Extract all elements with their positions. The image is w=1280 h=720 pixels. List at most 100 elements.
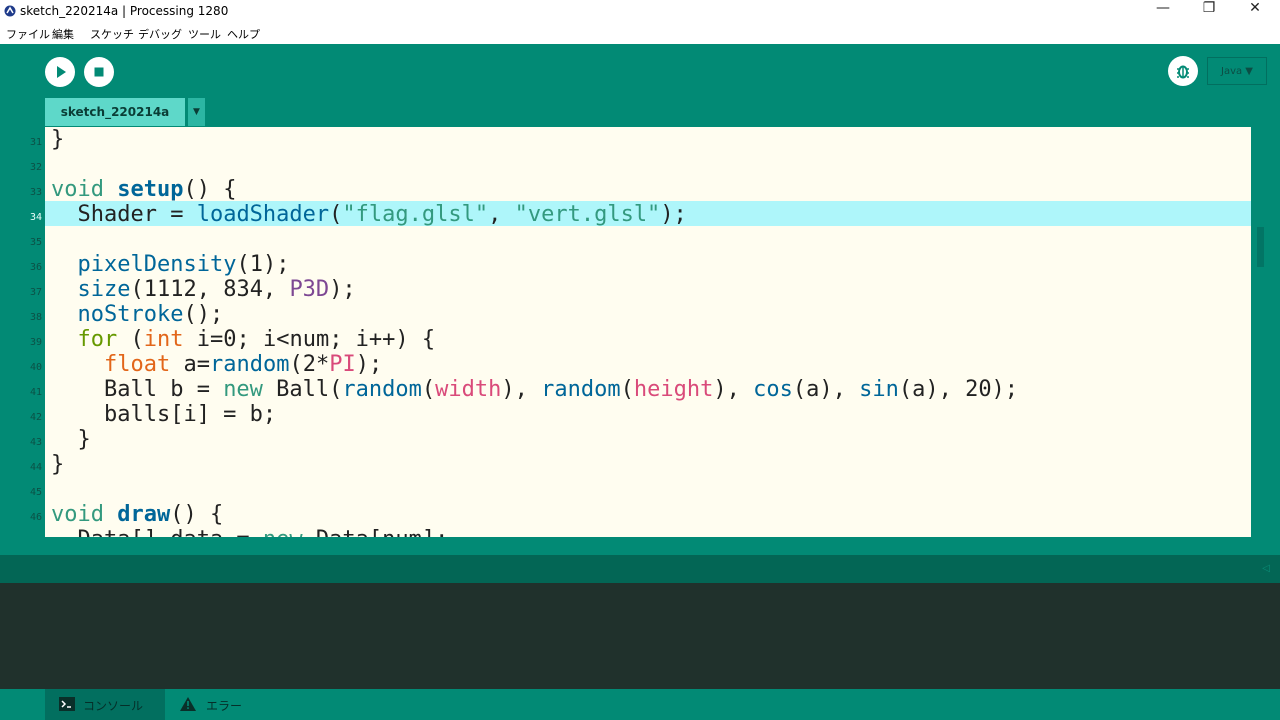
code-line: size(1112, 834, P3D); [51,277,356,302]
terminal-icon [59,697,75,711]
code-editor[interactable]: } void setup() { Shader = loadShader ( "fla… [45,127,1251,537]
menu-edit[interactable]: 編集 [52,26,74,42]
code-token: loadShader [196,202,330,227]
scrollbar-thumb[interactable] [1257,227,1264,267]
code-token: size [77,277,131,302]
menu-file[interactable]: ファイル [6,26,50,42]
code-token: Data[num]; [303,527,448,537]
code-token: float [103,352,171,377]
tab-sketch[interactable]: sketch_220214a [45,98,185,126]
code-line: Ball b = new Ball(random(width), random(… [51,377,1018,402]
minimize-button[interactable]: — [1140,0,1186,24]
code-token: () { [183,177,237,202]
code-line: } [51,127,64,152]
window-title-bar: sketch_220214a | Processing 1280 — ❐ ✕ [0,0,1280,24]
run-button[interactable] [45,57,75,87]
tab-console[interactable]: コンソール [45,689,165,720]
code-token: i=0; i<num; i++) { [183,327,436,352]
code-line: } [51,452,64,477]
code-token: (1); [236,252,290,277]
menu-debug[interactable]: デバッグ [138,26,182,42]
line-number: 42 [29,412,42,423]
stop-icon [94,67,104,77]
code-line: } [51,427,90,452]
line-number-gutter: 31 32 33 34 35 36 37 38 39 40 41 42 43 44 45 46 [0,127,45,537]
tab-console-label: コンソール [83,699,144,713]
code-token: "vert.glsl" [514,202,661,227]
line-number: 41 [29,387,42,398]
line-number: 36 [29,262,42,273]
stop-button[interactable] [84,57,114,87]
line-number: 34 [29,212,42,223]
code-token: ), [501,377,542,402]
code-line: void setup() { [51,177,236,202]
warning-icon [180,697,196,711]
code-line: float a=random(2*PI); [51,352,382,377]
tab-errors[interactable]: エラー [168,689,268,720]
processing-app-icon [4,5,16,17]
code-token: void [51,502,104,527]
code-token: (a), 20); [898,377,1019,402]
code-token: ), [713,377,754,402]
code-token: cos [753,377,793,402]
console-area[interactable] [0,583,1280,689]
code-token: ( [620,377,634,402]
code-token: ( [421,377,436,402]
code-token: P3D [289,277,330,302]
code-token: ( [117,327,144,352]
vertical-scrollbar[interactable] [1251,127,1280,537]
code-token: ); [355,352,383,377]
play-icon [57,66,66,78]
code-token: (2* [289,352,330,377]
sketch-tab-row: sketch_220214a ▼ [0,98,1280,128]
menu-tools[interactable]: ツール [188,26,221,42]
restore-button[interactable]: ❐ [1186,0,1232,24]
line-number: 46 [29,512,42,523]
menu-help[interactable]: ヘルプ [227,26,260,42]
code-token: } [51,127,65,152]
line-number: 39 [29,337,42,348]
line-number: 38 [29,312,42,323]
collapse-arrow-icon[interactable]: ◁ [1262,563,1270,574]
code-token: new [223,377,263,402]
code-token: random [541,377,621,402]
tab-menu-button[interactable]: ▼ [188,98,205,126]
code-token: () { [170,502,224,527]
line-number: 33 [29,187,42,198]
mode-select[interactable]: Java ▼ [1207,57,1267,85]
debugger-button[interactable] [1168,56,1198,86]
menu-bar: ファイル 編集 スケッチ デバッグ ツール ヘルプ [0,24,1280,44]
code-token: balls[i] = b; [51,402,277,427]
editor-area: 31 32 33 34 35 36 37 38 39 40 41 42 43 44 45 46 } void s… [0,127,1280,537]
code-token: , [488,202,515,227]
editor-divider[interactable] [0,537,1280,555]
code-token: new [263,527,303,537]
line-number: 40 [29,362,42,373]
code-token: ); [660,202,687,227]
code-line: void draw() { [51,502,223,527]
code-line: balls[i] = b; [51,402,276,427]
code-token: ); [329,277,356,302]
code-token: "flag.glsl" [342,202,489,227]
line-number: 35 [29,237,42,248]
code-line: noStroke(); [51,302,224,327]
message-bar: ◁ [0,555,1280,583]
code-token: random [209,352,290,377]
code-line: for (int i=0; i<num; i++) { [51,327,436,352]
code-line: Data[] data = new Data[num]; [51,527,448,537]
menu-sketch[interactable]: スケッチ [90,26,134,42]
toolbar: Java ▼ [0,44,1280,98]
code-token: random [342,377,422,402]
line-number: 43 [29,437,42,448]
code-token: width [435,377,502,402]
close-button[interactable]: ✕ [1232,0,1278,24]
code-token: Shader = [51,202,197,227]
tab-errors-label: エラー [206,699,243,713]
